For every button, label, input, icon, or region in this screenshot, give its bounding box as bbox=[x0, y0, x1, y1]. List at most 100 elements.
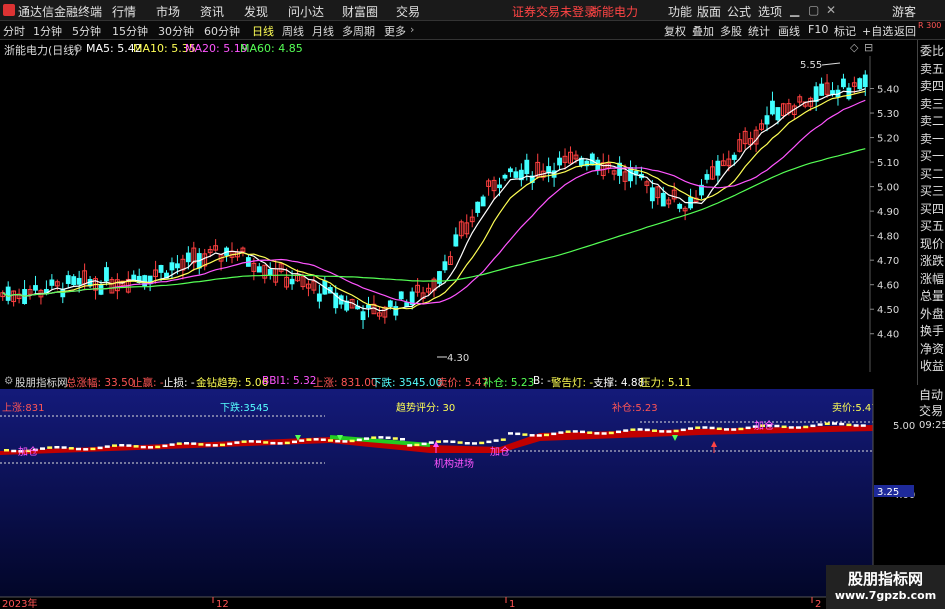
ind-bar bbox=[126, 444, 132, 447]
period-15min[interactable]: 15分钟 bbox=[112, 23, 148, 39]
app-title: 通达信金融终端 bbox=[18, 5, 103, 19]
quote-label-11: 现价 bbox=[920, 236, 945, 251]
ind-bar bbox=[198, 443, 204, 446]
ind-bar bbox=[292, 440, 297, 444]
menu-banmian[interactable]: 版面 bbox=[697, 3, 721, 20]
trend-score-label: 趋势评分: 30 bbox=[396, 401, 455, 414]
tool-f10[interactable]: F10 bbox=[808, 23, 828, 36]
ind-bar bbox=[256, 440, 261, 443]
candle-body bbox=[267, 268, 273, 276]
ind-bar bbox=[587, 431, 593, 434]
candle-body bbox=[704, 174, 710, 180]
candle-body bbox=[677, 203, 683, 209]
x-label-2: 2 bbox=[815, 599, 821, 609]
candle-body bbox=[398, 291, 404, 300]
close-icon[interactable]: ✕ bbox=[826, 3, 836, 17]
ytick-label: 4.40 bbox=[877, 330, 899, 341]
candle-body bbox=[660, 192, 666, 207]
period-daily[interactable]: 日线 bbox=[252, 23, 274, 39]
guest-label[interactable]: 游客 bbox=[892, 3, 916, 20]
x-label-2023: 2023年 bbox=[2, 597, 37, 609]
ind-bar bbox=[299, 439, 305, 442]
candle-body bbox=[387, 300, 393, 307]
menu-faxian[interactable]: 发现 bbox=[244, 3, 268, 20]
add-label-2: 加仓 bbox=[490, 445, 510, 458]
candle-body bbox=[841, 78, 846, 88]
candle-body bbox=[775, 107, 781, 121]
tool-duogu[interactable]: 多股 bbox=[720, 23, 742, 39]
login-status[interactable]: 证券交易未登录 bbox=[512, 3, 596, 20]
candle-body bbox=[589, 153, 595, 166]
menu-zixun[interactable]: 资讯 bbox=[200, 3, 224, 20]
ind-bar bbox=[637, 428, 643, 431]
ind-bar bbox=[220, 443, 225, 447]
period-1min[interactable]: 1分钟 bbox=[33, 23, 62, 39]
ind-bar bbox=[472, 442, 477, 445]
period-monthly[interactable]: 月线 bbox=[312, 23, 334, 39]
tool-fanhui[interactable]: 返回 bbox=[894, 23, 916, 39]
ind-bar bbox=[241, 440, 247, 443]
menu-hangqing[interactable]: 行情 bbox=[112, 3, 136, 20]
menu-shichang[interactable]: 市场 bbox=[156, 3, 180, 20]
menu-gongshi[interactable]: 公式 bbox=[727, 3, 751, 20]
quote-label-12: 涨跌 bbox=[920, 254, 945, 268]
trade-label-1[interactable]: 交易 bbox=[919, 402, 943, 419]
menu-xuanxiang[interactable]: 选项 bbox=[758, 3, 782, 20]
minimize-icon[interactable]: ▁ bbox=[790, 3, 799, 17]
maximize-icon[interactable]: ▢ bbox=[808, 3, 819, 17]
ind-bar bbox=[76, 447, 81, 451]
ma60-legend: MA60: 4.85 bbox=[240, 42, 303, 55]
menu-wenxiaoda[interactable]: 问小达 bbox=[288, 3, 324, 20]
tool-huaxian[interactable]: 画线 bbox=[778, 23, 800, 39]
candle-body bbox=[289, 278, 295, 285]
ind-bar bbox=[68, 447, 74, 450]
period-60min[interactable]: 60分钟 bbox=[204, 23, 240, 39]
period-weekly[interactable]: 周线 bbox=[282, 23, 304, 39]
ytick-label: 4.50 bbox=[877, 305, 899, 316]
collapse-icon[interactable]: ⊟ bbox=[864, 41, 873, 54]
candlestick-chart[interactable]: 5.40 5.30 5.20 5.10 5.00 4.90 4.80 4.70 4.60 4.50… bbox=[0, 56, 917, 372]
price-box-label: 3.25 bbox=[877, 487, 899, 498]
quote-label-14: 总量 bbox=[920, 289, 945, 303]
period-more[interactable]: 更多 bbox=[384, 23, 406, 39]
candle-body bbox=[316, 293, 322, 302]
settings-icon[interactable]: ⚙ bbox=[73, 42, 83, 55]
brand-watermark: 股朋指标网 www.7gpzb.com bbox=[826, 565, 945, 609]
legend-golden-trend: 金钻趋势: 5.06 bbox=[196, 377, 269, 389]
ytick-label: 5.20 bbox=[877, 134, 899, 145]
tool-zixuan[interactable]: +自选 bbox=[862, 23, 893, 39]
ind-bar bbox=[832, 422, 837, 425]
ind-bar bbox=[659, 430, 665, 433]
ind-bar bbox=[558, 431, 564, 434]
diamond-icon[interactable]: ◇ bbox=[850, 41, 858, 54]
indicator-chart[interactable]: 上涨:831 下跌:3545 趋势评分: 30 补仓:5.23 卖价:5.47 … bbox=[0, 389, 945, 609]
ma20-line bbox=[2, 99, 866, 305]
ind-bar bbox=[464, 442, 470, 445]
tool-fuquan[interactable]: 复权 bbox=[664, 23, 686, 39]
period-multi[interactable]: 多周期 bbox=[342, 23, 375, 39]
tool-biaoji[interactable]: 标记 bbox=[834, 23, 856, 39]
ind-bar bbox=[450, 440, 456, 444]
period-5min[interactable]: 5分钟 bbox=[72, 23, 101, 39]
menu-jiaoyi[interactable]: 交易 bbox=[396, 3, 420, 20]
period-fenshi[interactable]: 分时 bbox=[3, 23, 25, 39]
indicator-name[interactable]: 股朋指标网 bbox=[15, 375, 68, 390]
ind-bar bbox=[227, 442, 233, 446]
menu-gongneng[interactable]: 功能 bbox=[668, 3, 692, 20]
ind-bar bbox=[277, 442, 283, 445]
ind-bar bbox=[4, 449, 9, 452]
legend-resistance: 压力: 5.11 bbox=[640, 377, 692, 389]
tool-diejia[interactable]: 叠加 bbox=[692, 23, 714, 39]
menu-caifuquan[interactable]: 财富圈 bbox=[342, 3, 378, 20]
down-count-label: 下跌:3545 bbox=[220, 401, 269, 414]
settings-icon[interactable]: ⚙ bbox=[4, 375, 13, 387]
ind-bar bbox=[803, 425, 809, 429]
candle-body bbox=[862, 74, 868, 88]
chevron-right-icon[interactable]: › bbox=[410, 23, 414, 36]
candle-body bbox=[158, 265, 164, 273]
ind-bar bbox=[508, 432, 513, 435]
period-30min[interactable]: 30分钟 bbox=[158, 23, 194, 39]
trade-side-panel[interactable]: 自动 交易 09:25 bbox=[917, 386, 945, 439]
trade-label-0[interactable]: 自动 bbox=[919, 386, 943, 403]
tool-tongji[interactable]: 统计 bbox=[748, 23, 770, 39]
